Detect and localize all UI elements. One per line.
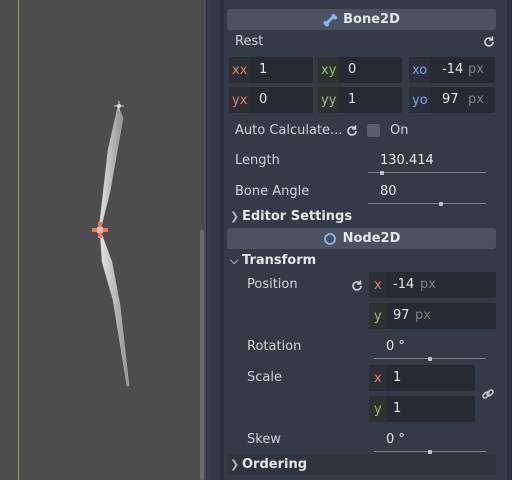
rotation-slider-field[interactable]: 0 ° bbox=[374, 335, 486, 361]
rest-xo-value: -14 bbox=[442, 62, 464, 77]
rotation-slider-grabber[interactable] bbox=[428, 357, 432, 361]
rest-yx-value: 0 bbox=[259, 92, 268, 107]
scale-y-tag: y bbox=[369, 396, 387, 422]
chevron-right-icon: ❯ bbox=[230, 458, 240, 471]
rest-xo-field[interactable]: xo -14 px bbox=[409, 57, 495, 83]
bone-angle-slider-field[interactable]: 80 bbox=[368, 180, 486, 206]
rest-label: Rest bbox=[235, 34, 264, 49]
rotation-label: Rotation bbox=[247, 339, 302, 354]
rest-yx-tag: yx bbox=[229, 87, 251, 113]
node2d-title: Node2D bbox=[342, 231, 401, 246]
position-label: Position bbox=[247, 277, 298, 292]
inspector-panel: Bone2D Rest xx 1 xy 0 xo -14 px yx 0 yy … bbox=[210, 0, 512, 480]
viewport-scrollbar[interactable] bbox=[200, 230, 204, 480]
scale-x-field[interactable]: x 1 bbox=[369, 365, 475, 391]
bone-angle-slider-grabber[interactable] bbox=[439, 202, 444, 206]
rest-xx-value: 1 bbox=[259, 62, 268, 77]
inspector-gutter bbox=[220, 0, 224, 480]
scale-y-field[interactable]: y 1 bbox=[369, 396, 475, 422]
transform-section[interactable]: ⌵ Transform bbox=[230, 253, 316, 268]
length-slider-track bbox=[368, 172, 486, 173]
position-y-tag: y bbox=[369, 303, 387, 329]
length-slider-grabber[interactable] bbox=[380, 171, 385, 175]
position-y-value: 97 bbox=[393, 308, 410, 323]
skew-slider-field[interactable]: 0 ° bbox=[374, 428, 486, 454]
rest-yy-tag: yy bbox=[318, 87, 340, 113]
rest-xy-value: 0 bbox=[348, 62, 357, 77]
rest-yo-unit: px bbox=[468, 92, 484, 107]
scale-label: Scale bbox=[247, 370, 282, 385]
length-value: 130.414 bbox=[380, 153, 434, 168]
bone2d-section-header[interactable]: Bone2D bbox=[227, 9, 496, 30]
chevron-right-icon: ❯ bbox=[230, 210, 240, 223]
upper-bone-shape bbox=[98, 105, 124, 229]
position-x-field[interactable]: x -14 px bbox=[369, 272, 496, 298]
rest-xo-unit: px bbox=[468, 62, 484, 77]
ordering-label: Ordering bbox=[242, 457, 308, 472]
bone-angle-value: 80 bbox=[380, 184, 397, 199]
bone-drawing[interactable] bbox=[0, 0, 207, 480]
rest-yo-value: 97 bbox=[442, 92, 459, 107]
length-slider-field[interactable]: 130.414 bbox=[368, 149, 486, 175]
scale-y-value: 1 bbox=[393, 401, 402, 416]
origin-cross-icon bbox=[92, 222, 108, 238]
position-reset-icon[interactable] bbox=[349, 278, 365, 294]
bone-angle-slider-track bbox=[368, 203, 486, 204]
auto-calculate-checkbox[interactable] bbox=[367, 124, 380, 137]
canvas-viewport[interactable] bbox=[0, 0, 207, 480]
editor-settings-label: Editor Settings bbox=[242, 209, 353, 224]
bone2d-icon bbox=[323, 13, 338, 27]
rest-xy-field[interactable]: xy 0 bbox=[318, 57, 402, 83]
skew-value: 0 ° bbox=[386, 432, 405, 447]
link-icon[interactable] bbox=[480, 386, 496, 402]
auto-calculate-label: Auto Calculate... bbox=[235, 123, 343, 138]
reset-icon[interactable] bbox=[481, 34, 497, 50]
bone-angle-label: Bone Angle bbox=[235, 184, 310, 199]
position-x-value: -14 bbox=[393, 277, 415, 292]
position-x-unit: px bbox=[420, 277, 436, 292]
skew-label: Skew bbox=[247, 432, 281, 447]
rest-xx-tag: xx bbox=[229, 57, 251, 83]
rotation-value: 0 ° bbox=[386, 339, 405, 354]
panel-splitter[interactable] bbox=[206, 0, 207, 480]
position-y-field[interactable]: y 97 px bbox=[369, 303, 496, 329]
bone2d-title: Bone2D bbox=[343, 12, 400, 27]
node2d-section-header[interactable]: Node2D bbox=[227, 228, 496, 249]
node2d-icon bbox=[323, 232, 337, 246]
inspector-scrollbar[interactable] bbox=[507, 0, 512, 480]
bone-tip-marker bbox=[114, 101, 124, 111]
rest-yo-field[interactable]: yo 97 px bbox=[409, 87, 495, 113]
rest-yy-field[interactable]: yy 1 bbox=[318, 87, 402, 113]
rest-xo-tag: xo bbox=[409, 57, 431, 83]
position-x-tag: x bbox=[369, 272, 387, 298]
auto-calculate-value: On bbox=[390, 123, 409, 138]
ordering-section[interactable]: ❯ Ordering bbox=[230, 457, 307, 472]
rest-yy-value: 1 bbox=[348, 92, 357, 107]
lower-bone-shape bbox=[99, 231, 130, 387]
length-label: Length bbox=[235, 153, 280, 168]
rest-yx-field[interactable]: yx 0 bbox=[229, 87, 313, 113]
chevron-down-icon: ⌵ bbox=[230, 253, 239, 267]
rest-xy-tag: xy bbox=[318, 57, 340, 83]
rest-xx-field[interactable]: xx 1 bbox=[229, 57, 313, 83]
rest-yo-tag: yo bbox=[409, 87, 431, 113]
auto-calculate-reset-icon[interactable] bbox=[344, 123, 360, 139]
scale-x-tag: x bbox=[369, 365, 387, 391]
editor-settings-section[interactable]: ❯ Editor Settings bbox=[230, 209, 352, 224]
transform-label: Transform bbox=[242, 253, 317, 268]
position-y-unit: px bbox=[415, 308, 431, 323]
scale-x-value: 1 bbox=[393, 370, 402, 385]
